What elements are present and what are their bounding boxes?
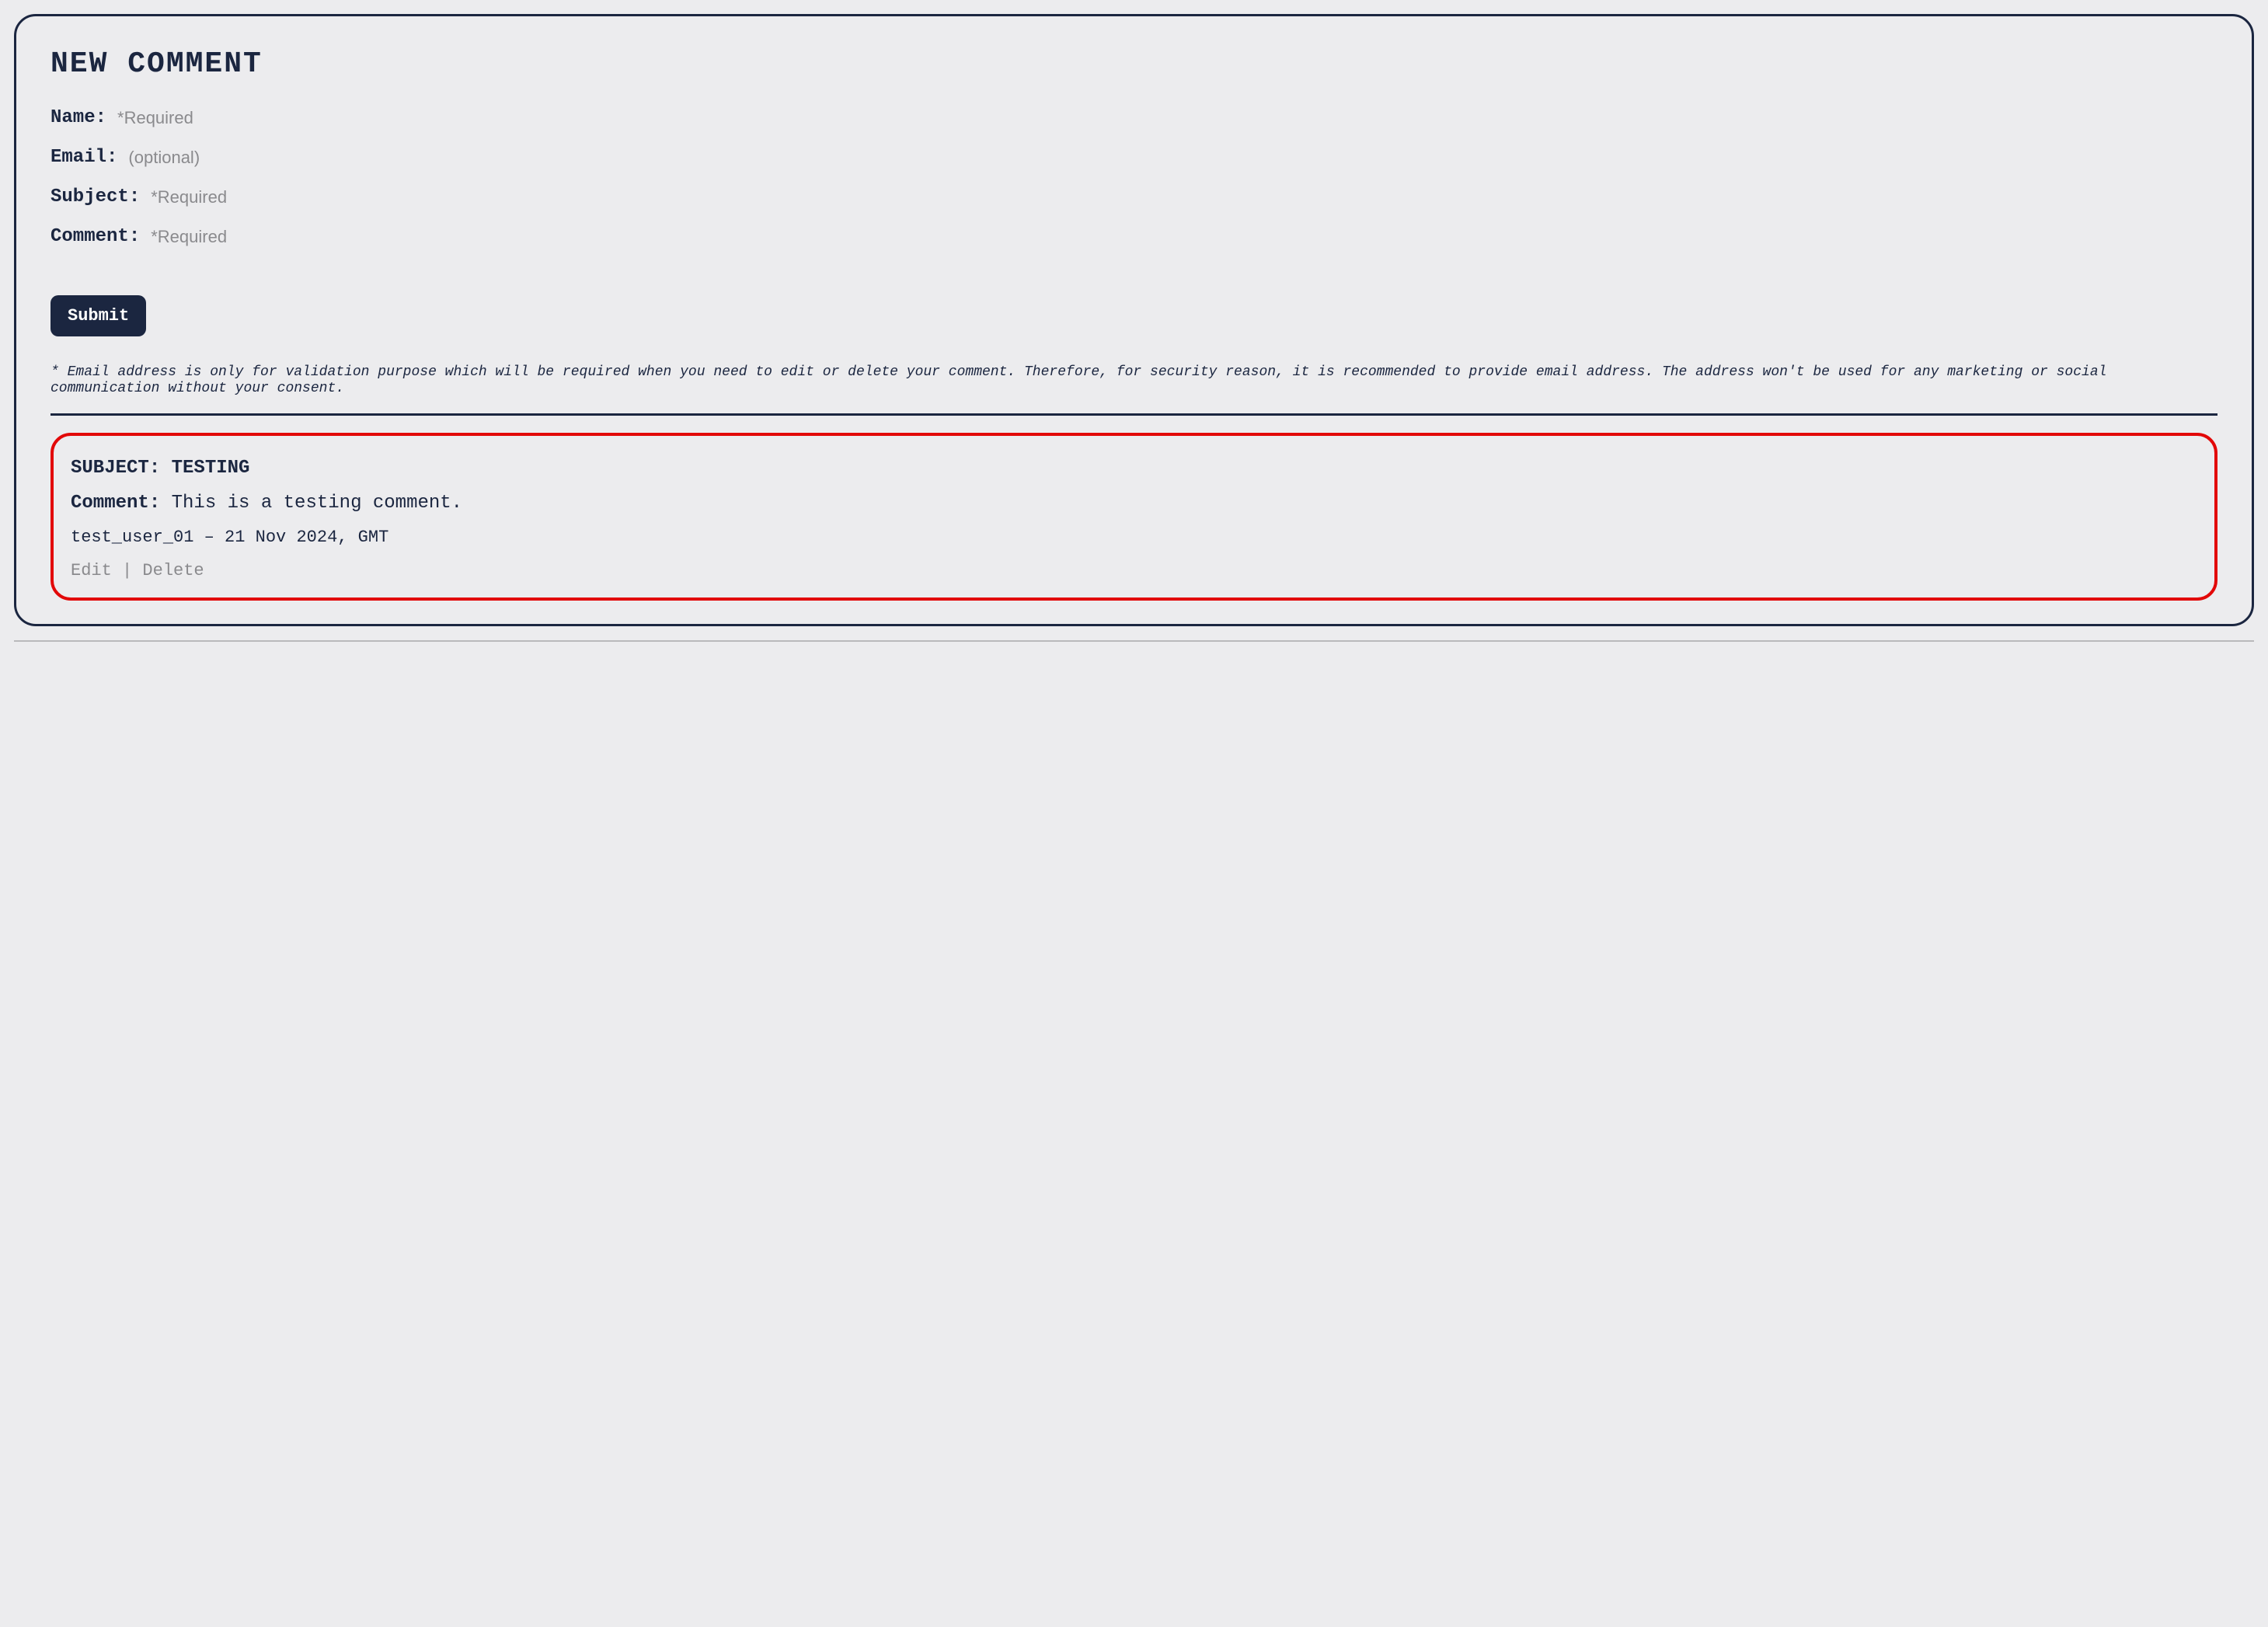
disclaimer-text: * Email address is only for validation p…: [51, 364, 2217, 396]
comment-body-value: This is a testing comment.: [172, 493, 462, 514]
comment-input[interactable]: [151, 227, 375, 247]
comment-body-line: Comment: This is a testing comment.: [71, 493, 2197, 514]
comment-date: 21 Nov 2024, GMT: [225, 528, 388, 547]
comment-subject-label: SUBJECT:: [71, 458, 160, 479]
subject-input[interactable]: [151, 187, 375, 207]
comment-author-line: test_user_01 – 21 Nov 2024, GMT: [71, 528, 2197, 547]
page-title: NEW COMMENT: [51, 47, 2217, 81]
email-input[interactable]: [128, 148, 352, 168]
actions-separator: |: [112, 561, 143, 580]
comment-subject-line: SUBJECT: TESTING: [71, 458, 2197, 479]
comment-subject-value: TESTING: [172, 458, 250, 479]
name-row: Name:: [51, 107, 2217, 128]
subject-label: Subject:: [51, 186, 140, 207]
comment-card: SUBJECT: TESTING Comment: This is a test…: [51, 433, 2217, 601]
subject-row: Subject:: [51, 186, 2217, 207]
delete-link[interactable]: Delete: [142, 561, 204, 580]
name-input[interactable]: [117, 108, 341, 128]
comment-body-label: Comment:: [71, 493, 160, 514]
name-label: Name:: [51, 107, 106, 128]
submit-button[interactable]: Submit: [51, 295, 146, 336]
new-comment-panel: NEW COMMENT Name: Email: Subject: Commen…: [14, 14, 2254, 626]
comment-author-name: test_user_01: [71, 528, 193, 547]
comment-actions: Edit | Delete: [71, 561, 2197, 580]
email-row: Email:: [51, 147, 2217, 168]
edit-link[interactable]: Edit: [71, 561, 112, 580]
email-label: Email:: [51, 147, 117, 168]
section-divider: [51, 413, 2217, 416]
footer-divider: [14, 640, 2254, 642]
comment-author-separator: –: [193, 528, 225, 547]
comment-label: Comment:: [51, 226, 140, 247]
comment-row: Comment:: [51, 226, 2217, 247]
